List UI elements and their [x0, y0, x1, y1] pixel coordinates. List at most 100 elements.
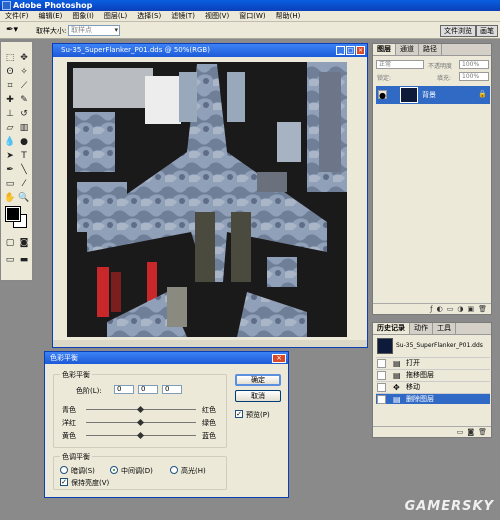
clone-stamp-tool-icon[interactable]: ⊥ [3, 108, 17, 120]
menu-filter[interactable]: 滤镜(T) [166, 11, 200, 21]
dialog-close-icon[interactable]: × [272, 354, 286, 363]
close-icon[interactable]: × [356, 46, 365, 55]
foreground-color-swatch[interactable] [5, 206, 21, 222]
opacity-input[interactable]: 100% [459, 60, 489, 69]
history-brush-source-checkbox[interactable] [377, 359, 386, 368]
marquee-tool-icon[interactable]: ⬚ [3, 52, 17, 64]
menu-image[interactable]: 图象(I) [67, 11, 99, 21]
full-screen-mode-icon[interactable]: ▬ [17, 254, 31, 266]
new-document-from-state-icon[interactable]: ▭ [457, 427, 464, 437]
tab-tools[interactable]: 工具 [433, 323, 456, 334]
document-window-controls: _ □ × [336, 46, 365, 55]
levels-input-magenta-green[interactable]: 0 [138, 385, 158, 394]
layer-row-background[interactable]: ● 背景 🔒 [376, 86, 490, 104]
radio-midtones[interactable] [110, 466, 118, 474]
history-item-label: 打开 [406, 359, 420, 367]
crop-tool-icon[interactable]: ⌗ [3, 80, 17, 92]
tab-layers[interactable]: 图层 [373, 44, 396, 55]
cancel-button[interactable]: 取消 [235, 390, 281, 402]
maximize-icon[interactable]: □ [346, 46, 355, 55]
trash-icon[interactable]: 🗑 [478, 427, 487, 437]
history-brush-tool-icon[interactable]: ↺ [17, 108, 31, 120]
screen-mode-icon[interactable]: ▭ [3, 254, 17, 266]
move-tool-icon[interactable]: ✥ [17, 52, 31, 64]
ok-button[interactable]: 确定 [235, 374, 281, 386]
fill-input[interactable]: 100% [459, 72, 489, 81]
visibility-eye-icon[interactable]: ● [378, 90, 387, 100]
slice-tool-icon[interactable]: ⟋ [17, 80, 31, 92]
eyedropper-icon[interactable]: ⁄ [17, 178, 31, 190]
gradient-tool-icon[interactable]: ▥ [17, 122, 31, 134]
file-browser-button[interactable]: 文件浏览 [440, 25, 476, 37]
healing-brush-tool-icon[interactable]: ✚ [3, 94, 17, 106]
history-brush-source-checkbox[interactable] [377, 371, 386, 380]
move-step-icon: ✥ [393, 383, 400, 392]
layer-style-icon[interactable]: ƒ [430, 304, 432, 314]
color-balance-group: 色彩平衡 色阶(L): 0 0 0 青色 红色 洋红 绿色 黄色 蓝色 [53, 370, 227, 448]
radio-shadows[interactable] [60, 466, 68, 474]
zoom-tool-icon[interactable]: 🔍 [17, 192, 31, 204]
preserve-luminosity-checkbox[interactable]: ✓ [60, 478, 68, 486]
adjustment-layer-icon[interactable]: ◑ [457, 304, 463, 314]
notes-tool-icon[interactable]: ▭ [3, 178, 17, 190]
menu-window[interactable]: 窗口(W) [234, 11, 270, 21]
standard-mode-icon[interactable]: ▢ [3, 237, 17, 249]
levels-input-cyan-red[interactable]: 0 [114, 385, 134, 394]
history-snapshot[interactable]: Su-35_SuperFlanker_P01.dds [376, 337, 490, 355]
lock-label: 锁定: [377, 75, 392, 82]
slider-magenta-green-thumb[interactable] [136, 418, 145, 427]
menu-layer[interactable]: 图层(L) [99, 11, 132, 21]
new-snapshot-icon[interactable]: ◙ [467, 427, 474, 437]
path-select-tool-icon[interactable]: ➤ [3, 150, 17, 162]
history-brush-source-checkbox[interactable] [377, 383, 386, 392]
color-balance-group-title: 色彩平衡 [60, 370, 92, 380]
brush-tool-icon[interactable]: ✎ [17, 94, 31, 106]
magic-wand-tool-icon[interactable]: ✧ [17, 66, 31, 78]
quick-mask-mode-icon[interactable]: ◙ [17, 237, 31, 249]
history-item-label: 删除图层 [406, 395, 434, 403]
type-tool-icon[interactable]: T [17, 150, 31, 162]
history-brush-source-checkbox[interactable] [377, 395, 386, 404]
slider-cyan-red-thumb[interactable] [136, 405, 145, 414]
preview-checkbox[interactable]: ✓ [235, 410, 243, 418]
slider-yellow-blue-thumb[interactable] [136, 431, 145, 440]
radio-highlights[interactable] [170, 466, 178, 474]
new-layer-icon[interactable]: ▣ [467, 304, 474, 314]
eraser-tool-icon[interactable]: ▱ [3, 122, 17, 134]
blur-tool-icon[interactable]: 💧 [3, 136, 17, 148]
photoshop-logo-icon [2, 1, 11, 10]
menu-view[interactable]: 视图(V) [200, 11, 234, 21]
lasso-tool-icon[interactable]: ʘ [3, 66, 17, 78]
layer-mask-icon[interactable]: ◐ [437, 304, 443, 314]
color-balance-dialog: 色彩平衡 × 色彩平衡 色阶(L): 0 0 0 青色 红色 洋红 绿色 黄色 … [44, 351, 289, 498]
history-item-open[interactable]: ▤ 打开 [376, 357, 490, 368]
tab-channels[interactable]: 通道 [396, 44, 419, 55]
layers-palette-tabs: 图层 通道 路径 [373, 44, 491, 56]
history-item-move[interactable]: ✥ 移动 [376, 381, 490, 392]
tab-actions[interactable]: 动作 [410, 323, 433, 334]
hand-tool-icon[interactable]: ✋ [3, 192, 17, 204]
blend-mode-select[interactable]: 正常 [376, 60, 424, 69]
minimize-icon[interactable]: _ [336, 46, 345, 55]
menu-help[interactable]: 帮助(H) [271, 11, 306, 21]
history-item-delete-layer[interactable]: ▤ 删除图层 [376, 393, 490, 404]
history-item-drag-layer[interactable]: ▤ 拖移图层 [376, 369, 490, 380]
shape-tool-icon[interactable]: ╲ [17, 164, 31, 176]
tab-paths[interactable]: 路径 [419, 44, 442, 55]
menu-file[interactable]: 文件(F) [0, 11, 34, 21]
layers-palette: 图层 通道 路径 正常 不透明度 100% 锁定: 填充: 100% ● 背景 … [372, 43, 492, 315]
sample-size-select[interactable]: 取样点 [68, 25, 120, 36]
dodge-tool-icon[interactable]: ● [17, 136, 31, 148]
eyedropper-tool-icon[interactable]: ✒▾ [6, 25, 22, 36]
menu-select[interactable]: 选择(S) [132, 11, 166, 21]
trash-icon[interactable]: 🗑 [478, 304, 487, 314]
document-window: Su-35_SuperFlanker_P01.dds @ 50%(RGB) _ … [52, 43, 368, 348]
levels-input-yellow-blue[interactable]: 0 [162, 385, 182, 394]
brushes-button[interactable]: 画笔 [476, 25, 498, 37]
image-canvas[interactable] [67, 62, 347, 337]
tab-history[interactable]: 历史记录 [373, 323, 410, 334]
slider-cyan-label: 青色 [62, 406, 76, 414]
pen-tool-icon[interactable]: ✒ [3, 164, 17, 176]
new-set-icon[interactable]: ▭ [447, 304, 454, 314]
menu-edit[interactable]: 编辑(E) [34, 11, 68, 21]
